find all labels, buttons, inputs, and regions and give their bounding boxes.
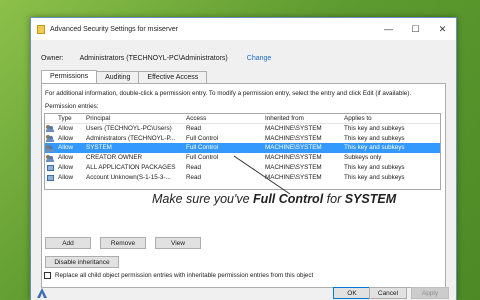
window-controls: — ☐ ✕ — [375, 18, 456, 40]
entry-principal: CREATOR OWNER — [86, 154, 143, 162]
column-header-inherited-from[interactable]: Inherited from — [262, 114, 341, 123]
entry-applies-to: This key and subkeys — [344, 124, 405, 132]
replace-permissions-label: Replace all child object permission entr… — [55, 272, 314, 279]
window-title: Advanced Security Settings for msiserver — [50, 25, 178, 33]
entry-applies-to: This key and subkeys — [344, 134, 405, 142]
owner-row: Owner: Administrators (TECHNOYL-PC\Admin… — [41, 55, 271, 62]
list-header: Type Principal Access Inherited from App… — [45, 114, 440, 124]
tab-auditing[interactable]: Auditing — [96, 71, 140, 83]
permission-entry-row-selected[interactable]: Allow SYSTEM Full Control MACHINE\SYSTEM… — [45, 143, 440, 154]
tab-permissions[interactable]: Permissions — [41, 70, 98, 83]
close-button[interactable]: ✕ — [429, 18, 456, 40]
annotation-full-control: Full Control — [253, 192, 324, 206]
annotation-middle: for — [323, 192, 345, 206]
entry-access: Read — [186, 124, 202, 132]
disable-inheritance-button[interactable]: Disable inheritance — [45, 256, 119, 268]
tab-effective-access[interactable]: Effective Access — [138, 71, 208, 83]
column-header-type[interactable]: Type — [55, 114, 83, 123]
entry-principal: SYSTEM — [86, 144, 112, 152]
advanced-security-window: Advanced Security Settings for msiserver… — [30, 17, 457, 300]
package-icon — [46, 164, 54, 171]
entry-applies-to: This key and subkeys — [344, 163, 405, 171]
view-button[interactable]: View — [155, 237, 201, 249]
add-button[interactable]: Add — [45, 237, 91, 249]
entry-type: Allow — [58, 124, 74, 132]
users-icon — [46, 125, 54, 133]
entry-type: Allow — [58, 173, 74, 181]
entry-principal: Users (TECHNOYL-PC\Users) — [86, 124, 172, 132]
permissions-info-text: For additional information, double-click… — [45, 90, 412, 97]
package-icon — [46, 174, 54, 181]
entry-type: Allow — [58, 163, 74, 171]
entry-applies-to: Subkeys only — [344, 154, 382, 162]
entry-applies-to: This key and subkeys — [344, 173, 405, 181]
entry-access: Full Control — [186, 144, 219, 152]
column-header-applies-to[interactable]: Applies to — [341, 114, 439, 123]
permissions-panel: For additional information, double-click… — [41, 83, 446, 288]
entry-applies-to: This key and subkeys — [344, 144, 405, 152]
entry-inherited-from: MACHINE\SYSTEM — [265, 134, 322, 142]
ok-button[interactable]: OK — [333, 287, 371, 299]
entry-type: Allow — [58, 134, 74, 142]
owner-label: Owner: — [41, 55, 64, 62]
column-header-principal[interactable]: Principal — [83, 114, 183, 123]
apply-button[interactable]: Apply — [411, 287, 449, 299]
entry-principal: ALL APPLICATION PACKAGES — [86, 163, 176, 171]
replace-permissions-row[interactable]: Replace all child object permission entr… — [44, 272, 313, 279]
entry-principal: Account Unknown(S-1-15-3-... — [86, 173, 171, 181]
users-icon — [46, 144, 54, 152]
entry-type: Allow — [58, 154, 74, 162]
replace-permissions-checkbox[interactable] — [44, 272, 51, 279]
tab-strip: Permissions Auditing Effective Access — [41, 70, 208, 83]
minimize-button[interactable]: — — [375, 18, 402, 40]
annotation-text: Make sure you've Full Control for SYSTEM — [152, 192, 396, 206]
entry-principal: Administrators (TECHNOYL-P... — [86, 134, 176, 142]
maximize-button[interactable]: ☐ — [402, 18, 429, 40]
annotation-prefix: Make sure you've — [152, 192, 254, 206]
change-owner-link[interactable]: Change — [247, 55, 272, 62]
owner-value: Administrators (TECHNOYL-PC\Administrato… — [79, 55, 228, 62]
folder-icon — [37, 24, 45, 34]
remove-button[interactable]: Remove — [100, 237, 146, 249]
permission-entry-row[interactable]: Allow Administrators (TECHNOYL-P... Full… — [45, 134, 440, 144]
permission-entries-label: Permission entries: — [45, 103, 99, 110]
permission-entry-row[interactable]: Allow Users (TECHNOYL-PC\Users) Read MAC… — [45, 124, 440, 134]
entry-type: Allow — [58, 144, 74, 152]
entry-inherited-from: MACHINE\SYSTEM — [265, 144, 322, 152]
users-icon — [46, 134, 54, 142]
header-icon-col — [45, 114, 55, 123]
column-header-access[interactable]: Access — [183, 114, 262, 123]
dialog-footer: OK Cancel Apply — [31, 287, 456, 300]
cancel-button[interactable]: Cancel — [369, 287, 407, 299]
users-icon — [46, 154, 54, 162]
site-logo-icon — [37, 288, 47, 298]
annotation-system: SYSTEM — [344, 192, 397, 206]
annotation-arrow — [233, 155, 291, 195]
title-bar[interactable]: Advanced Security Settings for msiserver… — [31, 18, 456, 40]
entry-access: Full Control — [186, 134, 219, 142]
entry-inherited-from: MACHINE\SYSTEM — [265, 124, 322, 132]
dialog-content: Owner: Administrators (TECHNOYL-PC\Admin… — [31, 40, 456, 288]
